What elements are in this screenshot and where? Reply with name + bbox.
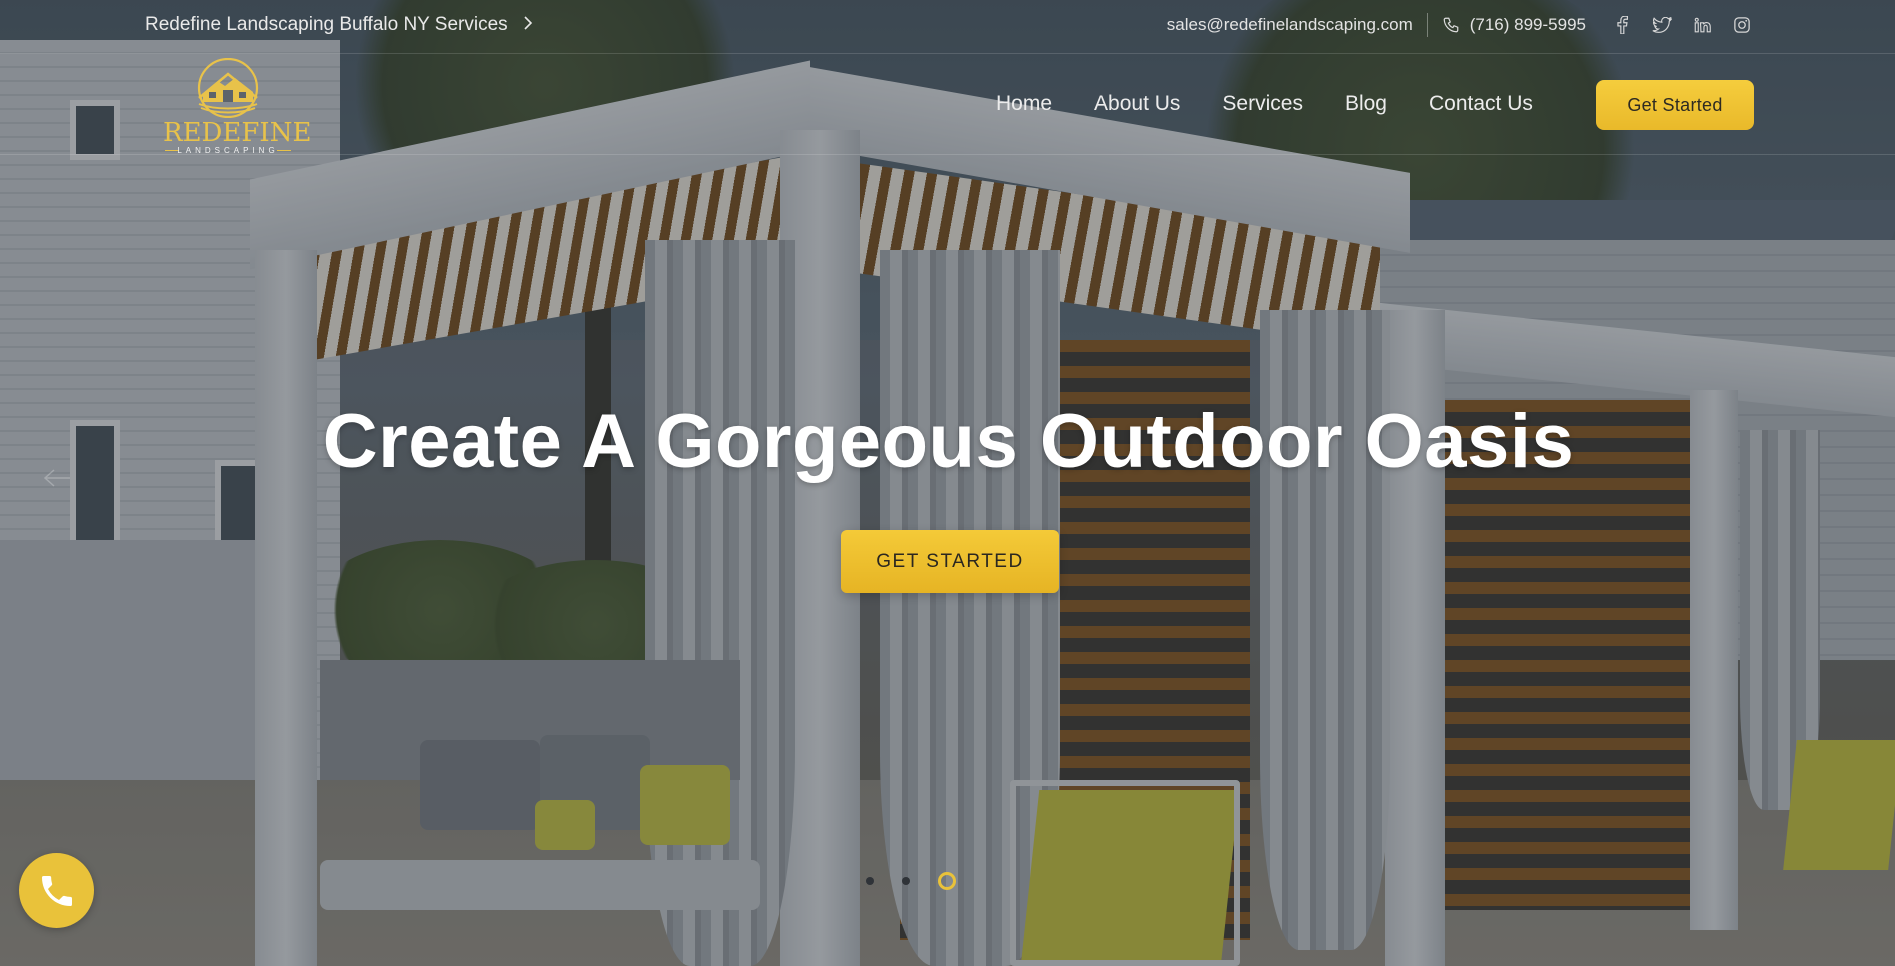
slider-dot-1[interactable] <box>866 877 874 885</box>
slider-dot-2[interactable] <box>902 877 910 885</box>
logo-house-icon <box>197 57 259 119</box>
redefine-logo[interactable]: REDEFINE LANDSCAPING <box>163 57 312 155</box>
hero-title-text: Create A Gorgeous Outdoor Oasis <box>322 399 1575 484</box>
get-started-nav-button[interactable]: Get Started <box>1596 80 1754 130</box>
facebook-icon[interactable] <box>1612 15 1632 35</box>
logo-wordmark: REDEFINE <box>163 118 312 148</box>
top-bar-contact: sales@redefinelandscaping.com (716) 899-… <box>1167 12 1752 38</box>
social-links <box>1612 15 1752 35</box>
linkedin-icon[interactable] <box>1692 15 1712 35</box>
slider-pagination <box>866 872 956 890</box>
main-navbar: REDEFINE LANDSCAPING Home About Us Servi… <box>0 54 1895 155</box>
chevron-right-icon <box>523 16 533 35</box>
nav-item-contact-us[interactable]: Contact Us <box>1429 92 1533 116</box>
phone-link[interactable]: (716) 899-5995 <box>1442 15 1586 35</box>
top-bar: Redefine Landscaping Buffalo NY Services… <box>0 0 1895 54</box>
divider <box>1426 13 1428 37</box>
logo-tagline: LANDSCAPING <box>177 146 279 155</box>
nav-menu: Home About Us Services Blog Contact Us <box>996 92 1575 116</box>
services-link-label: Redefine Landscaping Buffalo NY Services <box>145 14 508 35</box>
slider-dot-3-active[interactable] <box>938 872 956 890</box>
phone-call-icon <box>41 875 72 906</box>
hero-title: Create A Gorgeous Outdoor Oasis <box>0 398 1895 485</box>
get-started-hero-button[interactable]: GET STARTED <box>841 530 1059 593</box>
nav-item-home[interactable]: Home <box>996 92 1052 116</box>
phone-number: (716) 899-5995 <box>1469 15 1586 34</box>
nav-item-services[interactable]: Services <box>1222 92 1303 116</box>
phone-icon <box>1443 17 1459 33</box>
nav-item-about-us[interactable]: About Us <box>1094 92 1180 116</box>
twitter-icon[interactable] <box>1652 15 1672 35</box>
services-link[interactable]: Redefine Landscaping Buffalo NY Services <box>145 14 533 36</box>
email-link[interactable]: sales@redefinelandscaping.com <box>1167 15 1413 35</box>
call-now-button[interactable] <box>19 853 94 928</box>
instagram-icon[interactable] <box>1732 15 1752 35</box>
nav-item-blog[interactable]: Blog <box>1345 92 1387 116</box>
